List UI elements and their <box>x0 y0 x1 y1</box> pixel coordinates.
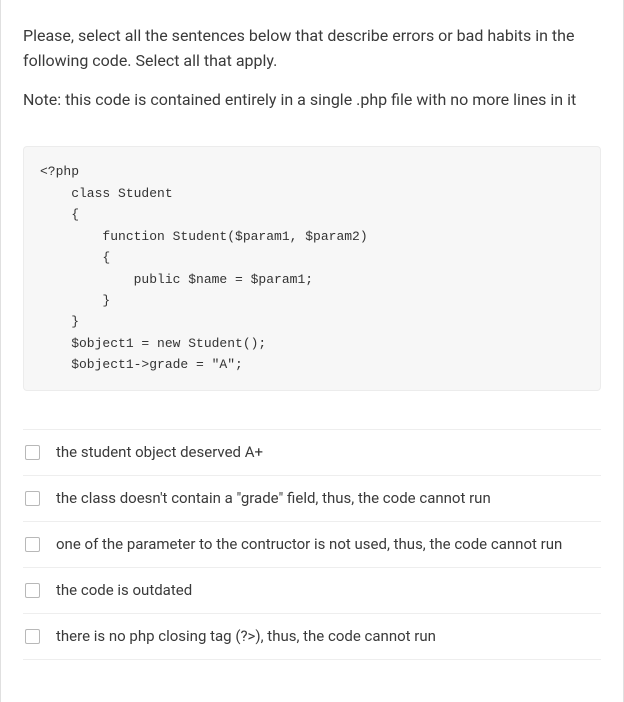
option-label: the student object deserved A+ <box>56 442 263 463</box>
option-row[interactable]: the class doesn't contain a "grade" fiel… <box>23 476 601 522</box>
question-paragraph-2: Note: this code is contained entirely in… <box>23 88 601 113</box>
question-prompt: Please, select all the sentences below t… <box>23 24 601 112</box>
option-checkbox-1[interactable] <box>25 445 40 460</box>
option-checkbox-3[interactable] <box>25 537 40 552</box>
option-label: the class doesn't contain a "grade" fiel… <box>56 488 491 509</box>
option-row[interactable]: the code is outdated <box>23 568 601 614</box>
option-label: one of the parameter to the contructor i… <box>56 534 562 555</box>
question-container: Please, select all the sentences below t… <box>0 0 624 702</box>
options-list: the student object deserved A+ the class… <box>23 429 601 660</box>
option-label: the code is outdated <box>56 580 192 601</box>
option-label: there is no php closing tag (?>), thus, … <box>56 626 436 647</box>
question-paragraph-1: Please, select all the sentences below t… <box>23 24 601 74</box>
option-checkbox-5[interactable] <box>25 629 40 644</box>
option-row[interactable]: the student object deserved A+ <box>23 429 601 476</box>
code-block: <?php class Student { function Student($… <box>23 146 601 390</box>
option-row[interactable]: there is no php closing tag (?>), thus, … <box>23 614 601 660</box>
option-checkbox-2[interactable] <box>25 491 40 506</box>
option-checkbox-4[interactable] <box>25 583 40 598</box>
option-row[interactable]: one of the parameter to the contructor i… <box>23 522 601 568</box>
